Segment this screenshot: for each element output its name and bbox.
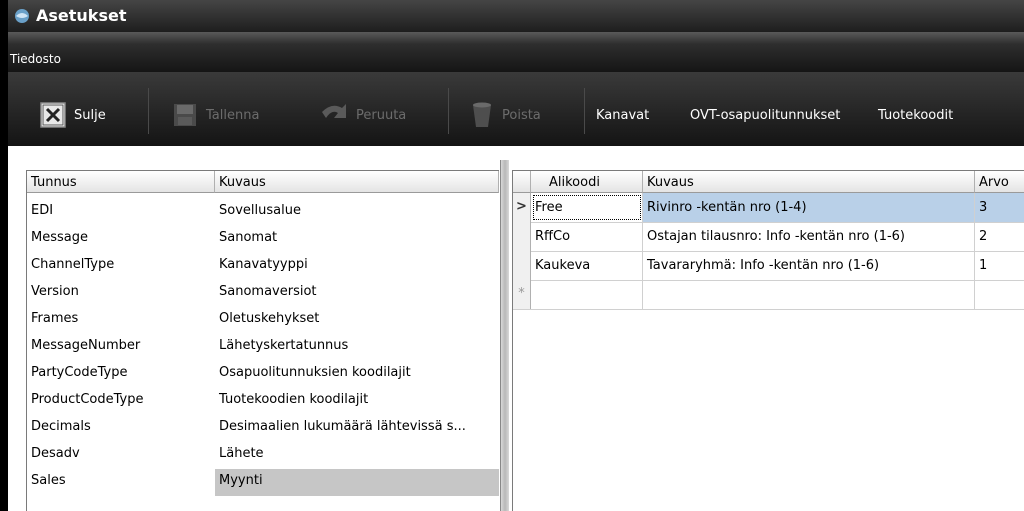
- row-header-corner: [513, 171, 531, 193]
- cell-kuvaus: Myynti: [215, 469, 499, 496]
- table-row[interactable]: Desadv Lähete: [27, 442, 499, 469]
- cell-tunnus: Decimals: [31, 419, 91, 434]
- close-button[interactable]: Sulje: [40, 102, 106, 128]
- menu-bar: Tiedosto: [8, 32, 1024, 72]
- product-codes-label: Tuotekoodit: [878, 107, 954, 123]
- table-row[interactable]: Frames Oletuskehykset: [27, 307, 499, 334]
- toolbar-separator: [148, 88, 149, 134]
- toolbar: Sulje Tallenna Peruuta Poista Kanavat OV…: [8, 72, 1024, 146]
- save-button[interactable]: Tallenna: [172, 102, 259, 128]
- table-row[interactable]: ChannelType Kanavatyyppi: [27, 253, 499, 280]
- title-bar: Asetukset: [8, 0, 1024, 32]
- row-header: [513, 251, 531, 280]
- window-title: Asetukset: [36, 6, 127, 25]
- cell-arvo[interactable]: 2: [975, 222, 1024, 251]
- column-header-kuvaus[interactable]: Kuvaus: [215, 171, 499, 193]
- table-row[interactable]: Message Sanomat: [27, 226, 499, 253]
- cell-kuvaus: Osapuolitunnuksien koodilajit: [219, 365, 411, 380]
- channels-label: Kanavat: [596, 107, 650, 123]
- toolbar-separator: [584, 88, 585, 134]
- cell-tunnus: EDI: [31, 203, 54, 218]
- cell-kuvaus: Tuotekoodien koodilajit: [219, 392, 369, 407]
- cell-arvo[interactable]: [975, 280, 1024, 309]
- undo-icon: [322, 104, 346, 118]
- cell-kuvaus: Sanomat: [219, 230, 278, 245]
- cell-kuvaus[interactable]: Rivinro -kentän nro (1-4): [643, 193, 975, 222]
- cell-kuvaus: Oletuskehykset: [219, 311, 320, 326]
- row-header: [513, 222, 531, 251]
- current-row-indicator: >: [513, 193, 531, 222]
- cell-alikoodi[interactable]: Kaukeva: [531, 251, 643, 280]
- toolbar-separator: [448, 88, 449, 134]
- new-row-indicator: *: [513, 280, 531, 309]
- cell-tunnus: Desadv: [31, 446, 80, 461]
- cell-tunnus: ChannelType: [31, 257, 115, 272]
- cell-kuvaus[interactable]: Ostajan tilausnro: Info -kentän nro (1-6…: [643, 222, 975, 251]
- table-row[interactable]: Version Sanomaversiot: [27, 280, 499, 307]
- subcode-grid: Alikoodi Kuvaus Arvo > Free Rivinro -ken…: [512, 170, 1024, 511]
- undo-button[interactable]: Peruuta: [318, 102, 406, 128]
- table-row[interactable]: Decimals Desimaalien lukumäärä lähtevissä…: [27, 415, 499, 442]
- cell-kuvaus: Lähetyskertatunnus: [219, 338, 349, 353]
- table-row[interactable]: EDI Sovellusalue: [27, 199, 499, 226]
- table-row[interactable]: > Free Rivinro -kentän nro (1-4) 3: [513, 193, 1024, 223]
- column-header-alikoodi[interactable]: Alikoodi: [531, 171, 643, 193]
- save-icon: [174, 104, 196, 126]
- table-row[interactable]: PartyCodeType Osapuolitunnuksien koodilaj…: [27, 361, 499, 388]
- table-row[interactable]: ProductCodeType Tuotekoodien koodilajit: [27, 388, 499, 415]
- cell-alikoodi[interactable]: RffCo: [531, 222, 643, 251]
- table-row-selected[interactable]: Sales Myynti: [27, 469, 499, 496]
- cell-tunnus: Version: [31, 284, 79, 299]
- save-label: Tallenna: [206, 107, 260, 123]
- app-icon: [15, 9, 29, 23]
- content-area: Tunnus Kuvaus EDI Sovellusalue Message San…: [8, 146, 1024, 511]
- table-row[interactable]: Kaukeva Tavararyhmä: Info -kentän nro (1…: [513, 251, 1024, 281]
- cell-alikoodi[interactable]: Free: [531, 193, 643, 222]
- new-row[interactable]: *: [513, 280, 1024, 310]
- cell-kuvaus: Sanomaversiot: [219, 284, 317, 299]
- channels-button[interactable]: Kanavat: [596, 102, 649, 128]
- cell-tunnus: Sales: [31, 473, 66, 488]
- cell-kuvaus: Lähete: [219, 446, 264, 461]
- cell-kuvaus[interactable]: [643, 280, 975, 309]
- splitter-handle[interactable]: [500, 160, 509, 511]
- close-label: Sulje: [74, 107, 106, 123]
- column-header-arvo[interactable]: Arvo: [975, 171, 1024, 193]
- menu-file[interactable]: Tiedosto: [10, 52, 61, 66]
- ovt-button[interactable]: OVT-osapuolitunnukset: [690, 102, 840, 128]
- delete-button[interactable]: Poista: [470, 102, 541, 128]
- table-row[interactable]: MessageNumber Lähetyskertatunnus: [27, 334, 499, 361]
- undo-label: Peruuta: [356, 107, 407, 123]
- cell-arvo[interactable]: 1: [975, 251, 1024, 280]
- cell-tunnus: PartyCodeType: [31, 365, 128, 380]
- cell-tunnus: Message: [31, 230, 88, 245]
- product-codes-button[interactable]: Tuotekoodit: [878, 102, 953, 128]
- table-row[interactable]: RffCo Ostajan tilausnro: Info -kentän nr…: [513, 222, 1024, 252]
- cell-kuvaus: Sovellusalue: [219, 203, 301, 218]
- settings-grid: Tunnus Kuvaus EDI Sovellusalue Message San…: [26, 170, 499, 511]
- cell-alikoodi[interactable]: [531, 280, 643, 309]
- cell-kuvaus[interactable]: Tavararyhmä: Info -kentän nro (1-6): [643, 251, 975, 280]
- trash-icon: [473, 102, 491, 127]
- cell-tunnus: Frames: [31, 311, 79, 326]
- delete-label: Poista: [502, 107, 541, 123]
- cell-tunnus: MessageNumber: [31, 338, 141, 353]
- settings-window: Asetukset Tiedosto Sulje Tallenna Peruut…: [8, 0, 1024, 511]
- ovt-label: OVT-osapuolitunnukset: [690, 107, 841, 123]
- cell-kuvaus: Desimaalien lukumäärä lähtevissä s...: [219, 419, 466, 434]
- cell-tunnus: ProductCodeType: [31, 392, 144, 407]
- column-header-tunnus[interactable]: Tunnus: [27, 171, 215, 193]
- cell-kuvaus: Kanavatyyppi: [219, 257, 308, 272]
- column-header-kuvaus[interactable]: Kuvaus: [643, 171, 975, 193]
- cell-arvo[interactable]: 3: [975, 193, 1024, 222]
- close-icon: [40, 102, 66, 128]
